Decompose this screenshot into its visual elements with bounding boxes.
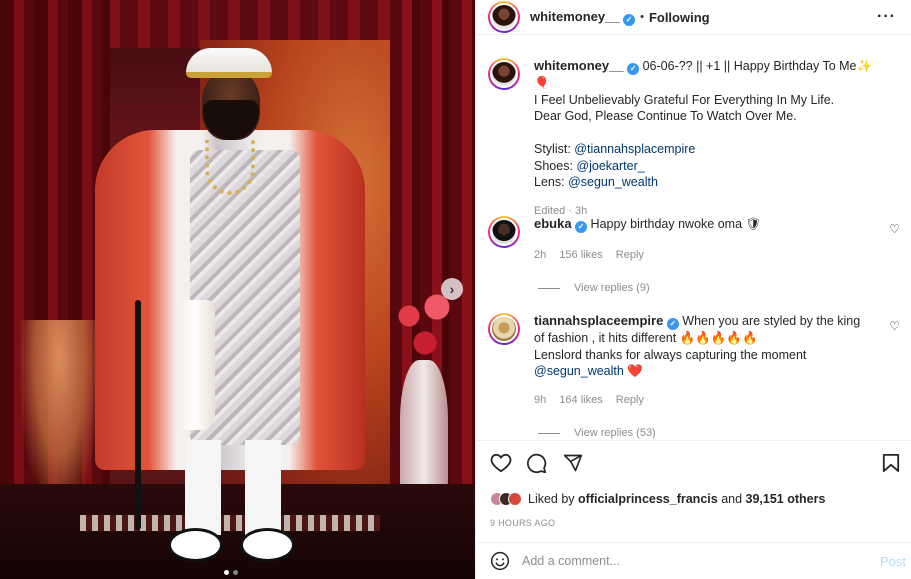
comment: tiannahsplaceempire ✓ When you are style…: [488, 313, 908, 408]
crown-hat: [186, 48, 272, 78]
comment-likes[interactable]: 156 likes: [559, 249, 602, 261]
post-header: whitemoney__ ✓ • Following ···: [476, 0, 911, 35]
comment-username[interactable]: ebuka: [534, 216, 572, 231]
comment-emoji: ❤️: [627, 364, 643, 378]
liked-by: Liked by officialprincess_francis and 39…: [490, 492, 825, 506]
share-icon[interactable]: [563, 453, 583, 473]
avatar[interactable]: [488, 58, 520, 90]
view-replies-button[interactable]: View replies (9): [538, 282, 650, 294]
shoe-left: [168, 528, 223, 562]
view-replies-button[interactable]: View replies (53): [538, 427, 656, 439]
next-photo-button[interactable]: ›: [441, 278, 463, 300]
following-button[interactable]: Following: [649, 10, 710, 25]
caption-edited: Edited · 3h: [534, 204, 588, 217]
rug: [80, 515, 380, 531]
comment-input[interactable]: [522, 554, 852, 568]
view-replies-label: View replies (53): [574, 427, 656, 439]
avatar[interactable]: [488, 216, 520, 248]
chevron-right-icon: ›: [449, 281, 455, 297]
leg-left: [185, 440, 221, 535]
verified-icon: ✓: [666, 318, 679, 330]
comment-time[interactable]: 9h: [534, 394, 546, 406]
comment-mention[interactable]: @segun_wealth: [534, 364, 624, 378]
caption-line3: Dear God, Please Continue To Watch Over …: [534, 109, 797, 123]
floor: [0, 484, 475, 579]
comments-section[interactable]: whitemoney__ ✓ 06-06-?? || +1 || Happy B…: [476, 36, 911, 440]
shoe-right: [240, 528, 295, 562]
verified-icon: ✓: [627, 63, 640, 75]
comment-text-2: Lenslord thanks for always capturing the…: [534, 347, 807, 362]
bookmark-icon[interactable]: [882, 453, 900, 473]
lens-mention[interactable]: @segun_wealth: [568, 175, 658, 189]
liked-by-prefix: Liked by: [528, 492, 575, 506]
post-button[interactable]: Post: [880, 554, 906, 569]
carousel-dots: [224, 570, 238, 575]
comment-username[interactable]: tiannahsplaceempire: [534, 313, 663, 328]
comment: ebuka ✓ Happy birthday nwoke oma 🛡 2h 15…: [488, 216, 908, 264]
add-comment-bar: Post: [476, 542, 911, 579]
verified-icon: ✓: [575, 221, 588, 233]
post-panel: whitemoney__ ✓ • Following ··· whitemone…: [475, 0, 911, 579]
heart-outline-icon[interactable]: ♡: [889, 222, 900, 236]
stylist-mention[interactable]: @tiannahsplacempire: [574, 142, 695, 156]
shoes-label: Shoes:: [534, 158, 573, 173]
lens-label: Lens:: [534, 175, 565, 189]
comment-icon[interactable]: [526, 453, 547, 474]
reply-button[interactable]: Reply: [616, 249, 644, 261]
header-username[interactable]: whitemoney__: [530, 9, 620, 24]
likes-count[interactable]: 39,151 others: [746, 492, 826, 506]
heart-outline-icon[interactable]: ♡: [889, 319, 900, 333]
carousel-dot: [233, 570, 238, 575]
liked-by-user[interactable]: officialprincess_francis: [578, 492, 718, 506]
comment-likes[interactable]: 164 likes: [559, 394, 602, 406]
avatar[interactable]: [488, 1, 520, 33]
tassel: [175, 300, 215, 430]
emoji-icon[interactable]: [490, 551, 510, 571]
divider: [538, 432, 560, 434]
carousel-dot: [224, 570, 229, 575]
pampas-decor: [20, 320, 100, 510]
ellipsis-icon[interactable]: ···: [877, 8, 896, 26]
heart-icon[interactable]: [490, 453, 512, 473]
gold-chain: [205, 140, 255, 195]
post-photo[interactable]: ›: [0, 0, 475, 579]
caption: whitemoney__ ✓ 06-06-?? || +1 || Happy B…: [488, 58, 908, 219]
avatar: [508, 492, 522, 506]
shoes-mention[interactable]: @joekarter_: [576, 159, 644, 173]
caption-line2: I Feel Unbelievably Grateful For Everyth…: [534, 92, 835, 107]
action-bar: [476, 440, 911, 484]
post-timestamp[interactable]: 9 HOURS AGO: [490, 518, 555, 528]
leg-right: [245, 440, 281, 535]
stylist-label: Stylist:: [534, 142, 571, 156]
liked-by-and: and: [721, 492, 743, 506]
cane: [135, 300, 141, 530]
comment-text: Happy birthday nwoke oma 🛡: [590, 217, 762, 231]
divider: [538, 287, 560, 289]
verified-icon: ✓: [623, 13, 636, 26]
liker-avatars: [490, 492, 522, 506]
separator-dot: •: [640, 11, 644, 23]
caption-username[interactable]: whitemoney__: [534, 58, 624, 73]
avatar[interactable]: [488, 313, 520, 345]
comment-time[interactable]: 2h: [534, 249, 546, 261]
view-replies-label: View replies (9): [574, 282, 650, 294]
reply-button[interactable]: Reply: [616, 394, 644, 406]
